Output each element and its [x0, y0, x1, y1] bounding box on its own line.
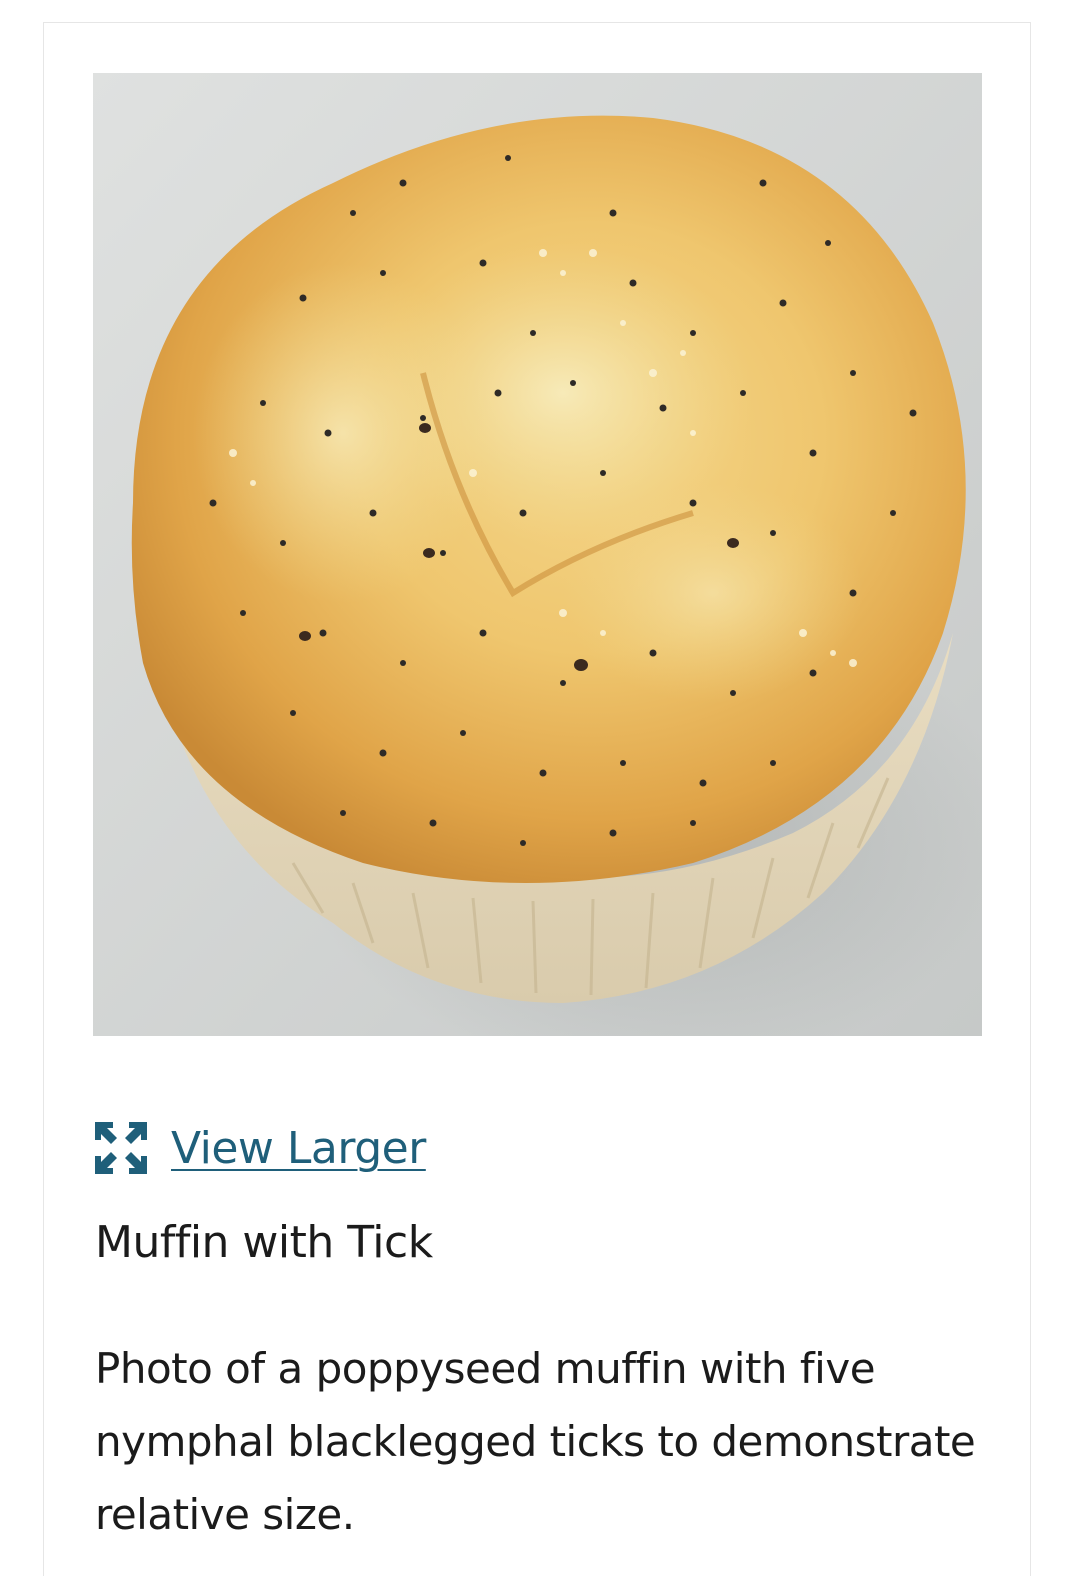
muffin-photo[interactable]	[93, 73, 982, 1036]
expand-arrows-icon	[95, 1122, 147, 1174]
view-larger-label: View Larger	[171, 1122, 426, 1174]
view-larger-link[interactable]: View Larger	[93, 1118, 426, 1178]
figure-title: Muffin with Tick	[95, 1217, 433, 1268]
page: View Larger Muffin with Tick Photo of a …	[0, 0, 1080, 1576]
figure-caption: Photo of a poppyseed muffin with five ny…	[95, 1344, 976, 1539]
